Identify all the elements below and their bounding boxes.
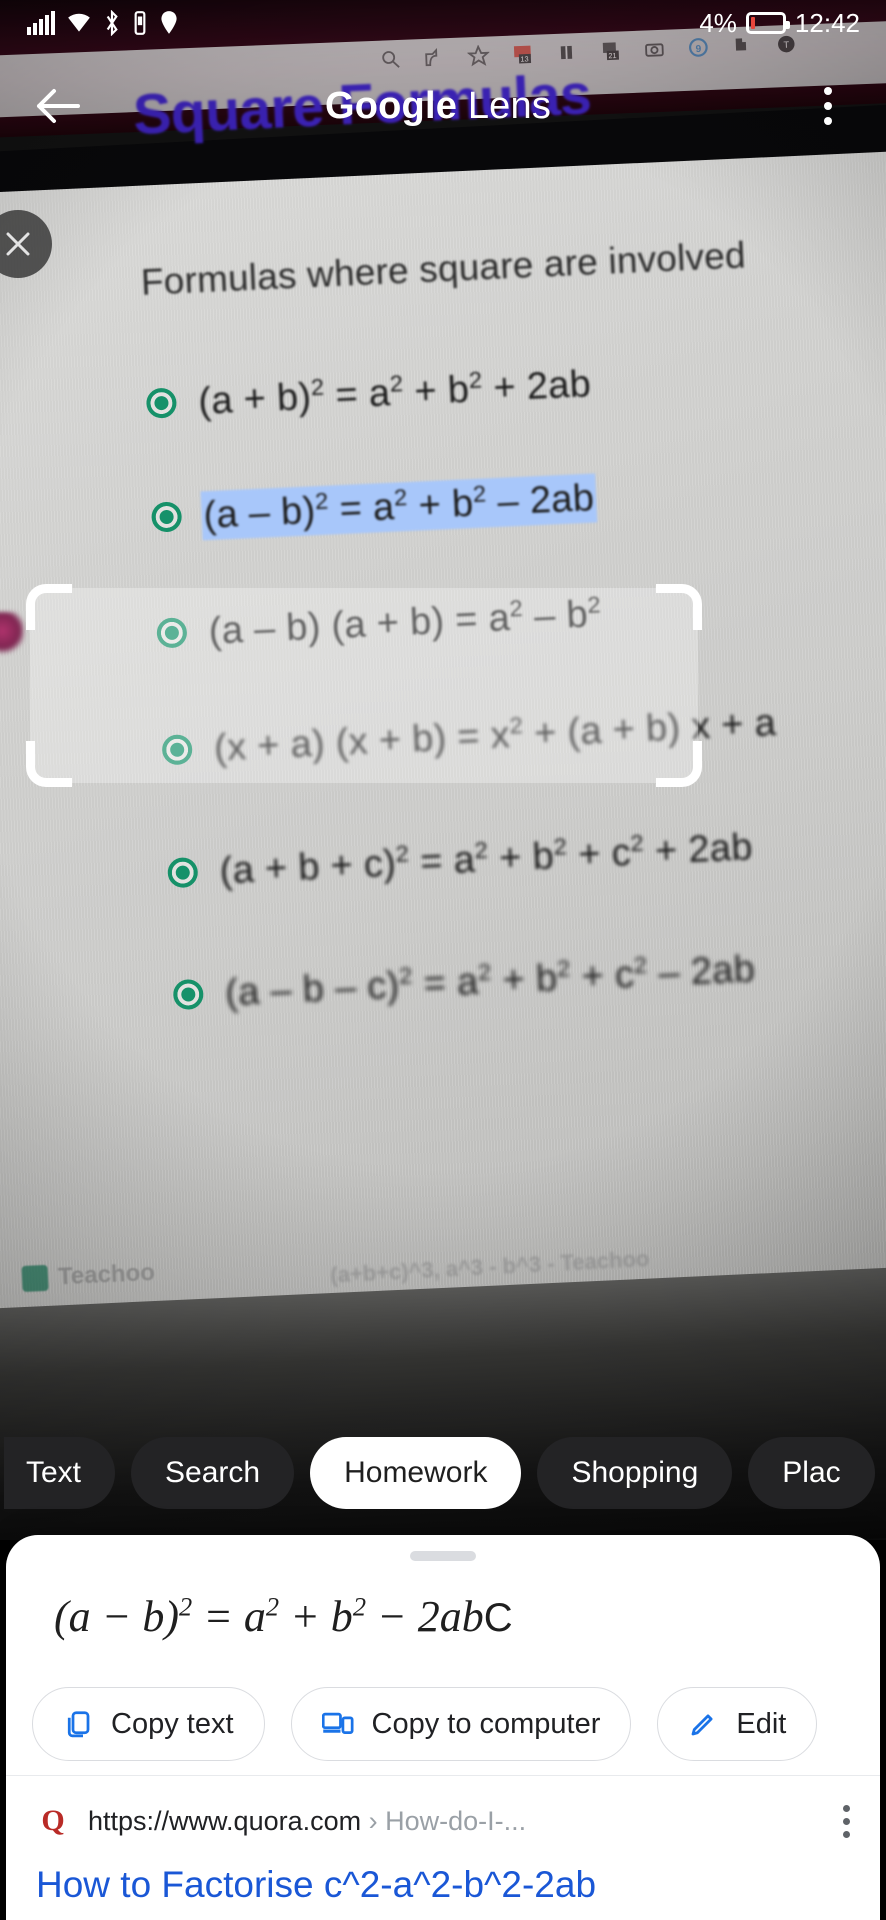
battery-fill — [750, 17, 755, 29]
photo-color-artifact — [0, 612, 24, 654]
app-bar: Google Lens — [0, 58, 886, 154]
back-arrow-icon — [37, 89, 80, 123]
kebab-dot — [824, 87, 832, 95]
lens-selection-region[interactable] — [26, 584, 702, 787]
formula-text: (a + b)2 = a2 + b2 + 2ab — [197, 363, 592, 424]
result-url: https://www.quora.com › How-do-I-... — [88, 1806, 526, 1837]
copy-to-computer-label: Copy to computer — [371, 1707, 601, 1740]
copy-icon — [67, 1711, 90, 1738]
bullet-icon — [150, 501, 183, 533]
result-title-link[interactable]: How to Factorise c^2-a^2-b^2-2ab — [36, 1864, 850, 1906]
battery-icon — [745, 12, 790, 34]
app-title-product: Lens — [457, 84, 552, 127]
formula-lhs-exponent: 2 — [179, 1591, 193, 1622]
chip-label: Text — [26, 1456, 82, 1489]
selection-corner-top-right[interactable] — [656, 584, 702, 630]
bluetooth-icon — [106, 10, 118, 36]
search-result[interactable]: Q https://www.quora.com › How-do-I-... H… — [6, 1776, 880, 1906]
kebab-dot — [824, 117, 832, 125]
vibrate-icon — [134, 11, 146, 35]
clock-label: 12:42 — [794, 7, 860, 38]
page-title: Google Lens — [76, 85, 800, 128]
teachoo-label: Teachoo — [57, 1258, 156, 1291]
chip-search[interactable]: Search — [131, 1437, 295, 1509]
close-icon — [6, 232, 30, 256]
formula-row-selected[interactable]: (a – b)2 = a2 + b2 – 2ab — [150, 475, 596, 541]
chip-text[interactable]: Text — [4, 1437, 116, 1509]
result-bottom-sheet[interactable]: (a − b)2 = a2 + b2 − 2abC Copy text Copy… — [6, 1535, 880, 1920]
formula-text: (a + b + c)2 = a2 + b2 + c2 + 2ab — [218, 826, 754, 893]
status-bar-left-icons — [26, 10, 180, 36]
selection-corner-top-left[interactable] — [26, 584, 72, 630]
action-chip-row[interactable]: Copy text Copy to computer Edit — [32, 1687, 818, 1761]
bullet-icon — [172, 979, 204, 1011]
lens-screen: 13 21 9 T Square Formulas Formulas where… — [0, 0, 886, 1920]
formula-row[interactable]: (a + b)2 = a2 + b2 + 2ab — [145, 362, 592, 427]
chip-places[interactable]: Plac — [748, 1437, 875, 1509]
signal-icon — [27, 11, 55, 35]
kebab-dot — [843, 1830, 850, 1838]
battery-percent-label: 4% — [699, 7, 737, 38]
devices-icon — [321, 1712, 354, 1734]
formula-b-exponent: 2 — [352, 1591, 367, 1622]
edit-label: Edit — [736, 1707, 787, 1740]
chip-label: Plac — [782, 1456, 841, 1489]
wifi-icon — [68, 13, 90, 32]
document-subtitle: Formulas where square are involved — [140, 234, 747, 303]
kebab-dot — [824, 102, 832, 110]
formula-minus-term: − 2ab — [366, 1592, 484, 1641]
result-url-separator: › — [361, 1805, 386, 1836]
formula-row[interactable]: (a + b + c)2 = a2 + b2 + c2 + 2ab — [167, 825, 754, 896]
status-bar: 4% 12:42 — [0, 0, 886, 46]
overflow-menu-button[interactable] — [800, 78, 856, 134]
selection-corner-bottom-right[interactable] — [656, 741, 702, 787]
copy-to-computer-button[interactable]: Copy to computer — [290, 1687, 632, 1761]
location-icon — [161, 11, 177, 34]
copy-text-button[interactable]: Copy text — [32, 1687, 265, 1761]
chip-label: Search — [165, 1456, 261, 1489]
result-header: Q https://www.quora.com › How-do-I-... — [36, 1804, 850, 1838]
quora-favicon-icon: Q — [41, 1804, 65, 1837]
bullet-icon — [145, 387, 178, 420]
result-overflow-button[interactable] — [843, 1804, 850, 1838]
formula-eq: = a — [192, 1592, 266, 1641]
formula-row[interactable]: (a – b – c)2 = a2 + b2 + c2 – 2ab — [172, 947, 756, 1018]
chip-label: Homework — [344, 1456, 488, 1489]
edit-button[interactable]: Edit — [657, 1687, 818, 1761]
selection-corner-bottom-left[interactable] — [26, 741, 72, 787]
formula-text: (a – b – c)2 = a2 + b2 + c2 – 2ab — [224, 948, 756, 1015]
teachoo-logo-icon — [21, 1264, 49, 1293]
formula-trailing-char: C — [483, 1596, 513, 1640]
chip-label: Shopping — [571, 1456, 699, 1489]
formula-lhs: (a − b) — [54, 1592, 179, 1641]
result-url-path: How-do-I-... — [385, 1805, 527, 1836]
formula-plus-b: + b — [279, 1592, 353, 1641]
chip-homework[interactable]: Homework — [310, 1437, 522, 1509]
formula-a-exponent: 2 — [265, 1591, 280, 1622]
formula-text-selected: (a – b)2 = a2 + b2 – 2ab — [202, 475, 596, 538]
app-title-brand: Google — [324, 84, 458, 127]
kebab-dot — [843, 1817, 850, 1825]
status-bar-right: 4% 12:42 — [699, 8, 860, 39]
copy-text-label: Copy text — [111, 1707, 234, 1740]
sheet-drag-handle[interactable] — [410, 1551, 476, 1561]
kebab-dot — [843, 1804, 850, 1812]
result-url-domain: https://www.quora.com — [88, 1805, 362, 1836]
bullet-icon — [167, 857, 199, 889]
pencil-icon — [692, 1714, 713, 1736]
chip-shopping[interactable]: Shopping — [537, 1437, 733, 1509]
lens-mode-chips[interactable]: Text Search Homework Shopping Plac — [0, 1430, 886, 1516]
recognized-formula: (a − b)2 = a2 + b2 − 2abC — [54, 1591, 513, 1642]
